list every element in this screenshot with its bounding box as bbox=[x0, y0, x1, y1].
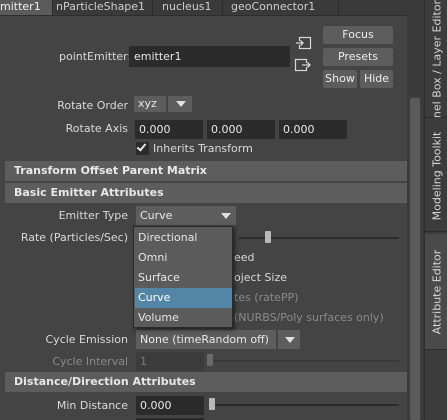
node-tab-bar: mitter1 nParticleShape1 nucleus1 geoConn… bbox=[0, 0, 407, 16]
emitter-type-arrow-button[interactable] bbox=[214, 206, 236, 225]
min-distance-label: Min Distance bbox=[56, 399, 128, 412]
cycle-interval-slider-track bbox=[212, 360, 399, 362]
rotate-order-label: Rotate Order bbox=[57, 99, 128, 112]
tab-nparticleshape1[interactable]: nParticleShape1 bbox=[56, 0, 150, 15]
section-basic-emitter-attributes[interactable]: Basic Emitter Attributes bbox=[5, 183, 407, 203]
rotate-axis-y-field[interactable]: 0.000 bbox=[207, 120, 275, 139]
rotate-axis-label: Rotate Axis bbox=[65, 122, 128, 135]
section-distance-direction-attributes[interactable]: Distance/Direction Attributes bbox=[5, 372, 407, 392]
show-button[interactable]: Show bbox=[323, 70, 357, 88]
cycle-emission-dropdown[interactable]: None (timeRandom off) bbox=[136, 330, 276, 349]
select-output-icon[interactable] bbox=[294, 58, 312, 74]
rate-slider-handle[interactable] bbox=[265, 231, 271, 243]
tab-divider bbox=[222, 0, 223, 16]
cycle-emission-arrow-button[interactable] bbox=[278, 330, 300, 349]
emitter-type-option-curve[interactable]: Curve bbox=[135, 288, 232, 308]
rotate-axis-z-field[interactable]: 0.000 bbox=[279, 120, 347, 139]
emitter-type-value: Curve bbox=[140, 209, 173, 222]
tab-divider bbox=[152, 0, 153, 16]
cycle-interval-label: Cycle Interval bbox=[52, 355, 128, 368]
rotate-order-value: xyz bbox=[138, 97, 157, 110]
dropdown-arrow-icon bbox=[176, 101, 186, 107]
tab-attribute-editor[interactable]: Attribute Editor bbox=[425, 234, 447, 350]
emitter-type-option-omni[interactable]: Omni bbox=[135, 248, 232, 268]
node-name-field[interactable]: emitter1 bbox=[129, 46, 290, 67]
node-type-label: pointEmitter: bbox=[59, 50, 132, 63]
inherits-transform-checkbox[interactable] bbox=[136, 141, 149, 155]
min-distance-slider-track[interactable] bbox=[212, 404, 399, 406]
section-transform-offset-parent-matrix[interactable]: Transform Offset Parent Matrix bbox=[5, 161, 407, 181]
tab-divider bbox=[52, 0, 53, 16]
side-panel-empty bbox=[425, 352, 447, 420]
cycle-emission-value: None (timeRandom off) bbox=[140, 333, 269, 346]
dropdown-arrow-icon bbox=[221, 213, 231, 219]
cycle-interval-field: 1 bbox=[136, 352, 204, 371]
select-input-icon[interactable] bbox=[294, 36, 312, 52]
tab-channel-box-label: nel Box / Layer Editor bbox=[430, 0, 443, 118]
min-distance-slider-handle[interactable] bbox=[209, 398, 215, 410]
emitter-type-option-volume[interactable]: Volume bbox=[135, 308, 232, 328]
min-distance-field[interactable]: 0.000 bbox=[136, 396, 204, 415]
emitter-type-label: Emitter Type bbox=[58, 209, 128, 222]
presets-button[interactable]: Presets bbox=[323, 48, 393, 66]
emitter-type-option-surface[interactable]: Surface bbox=[135, 268, 232, 288]
cycle-emission-label: Cycle Emission bbox=[45, 333, 129, 346]
partial-label-object-size: oject Size bbox=[234, 271, 287, 284]
side-panel-tabs: nel Box / Layer Editor Modeling Toolkit … bbox=[424, 0, 447, 420]
partial-label-speed: eed bbox=[234, 251, 255, 264]
tab-divider bbox=[338, 0, 339, 16]
focus-button[interactable]: Focus bbox=[323, 26, 393, 44]
rotate-order-arrow-button[interactable] bbox=[168, 96, 192, 112]
tab-attribute-editor-label: Attribute Editor bbox=[430, 249, 443, 334]
rate-slider-track[interactable] bbox=[239, 237, 399, 239]
dropdown-arrow-icon bbox=[285, 337, 295, 343]
rate-label: Rate (Particles/Sec) bbox=[20, 231, 128, 244]
emitter-type-option-directional[interactable]: Directional bbox=[135, 228, 232, 248]
scrollbar-thumb[interactable] bbox=[410, 98, 420, 420]
tab-modeling-toolkit[interactable]: Modeling Toolkit bbox=[425, 120, 447, 232]
partial-label-nurbs-poly: (NURBS/Poly surfaces only) bbox=[234, 311, 384, 324]
tab-nucleus1[interactable]: nucleus1 bbox=[162, 0, 222, 15]
tab-modeling-toolkit-label: Modeling Toolkit bbox=[430, 131, 443, 220]
tab-emitter1[interactable]: mitter1 bbox=[0, 0, 52, 15]
cycle-interval-slider-handle bbox=[207, 354, 213, 366]
rotate-axis-x-field[interactable]: 0.000 bbox=[135, 120, 203, 139]
partial-label-rate-pp: tes (ratePP) bbox=[234, 291, 299, 304]
rotate-order-dropdown[interactable]: xyz bbox=[134, 96, 166, 112]
checkmark-icon bbox=[136, 141, 147, 152]
emitter-type-popup-list: Directional Omni Surface Curve Volume bbox=[133, 226, 233, 328]
tab-channel-box-layer-editor[interactable]: nel Box / Layer Editor bbox=[425, 0, 447, 118]
hide-button[interactable]: Hide bbox=[360, 70, 393, 88]
tab-geoconnector1[interactable]: geoConnector1 bbox=[231, 0, 331, 15]
inherits-transform-label: Inherits Transform bbox=[153, 142, 253, 155]
emitter-type-dropdown[interactable]: Curve bbox=[136, 206, 214, 225]
